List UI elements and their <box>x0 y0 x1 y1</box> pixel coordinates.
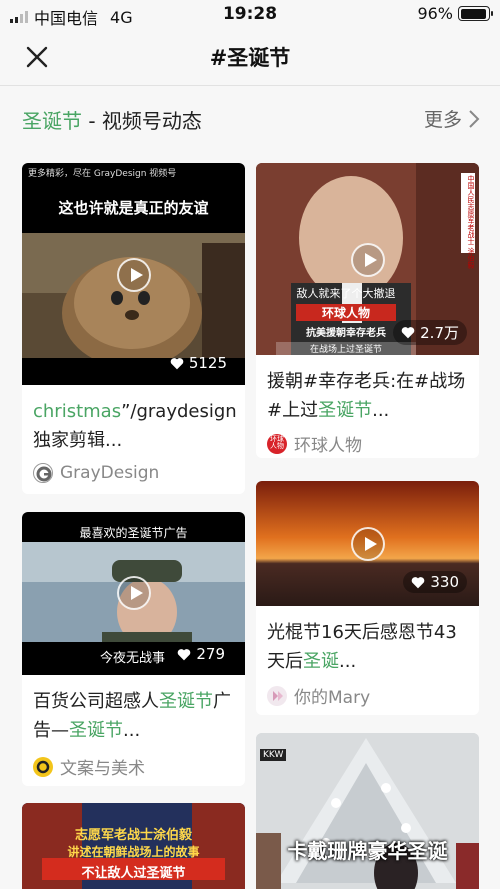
christmas-tree-scene <box>256 733 479 889</box>
watermark-text: 更多精彩，尽在 GrayDesign 视频号 <box>28 169 177 179</box>
play-button[interactable] <box>117 258 151 292</box>
author-avatar: 环球人物 <box>267 433 287 454</box>
video-card[interactable]: 330 光棍节16天后感恩节43天后圣诞... 你的Mary <box>256 481 479 715</box>
heart-icon <box>178 648 191 660</box>
video-card[interactable]: 中国人民志愿军老战士 涂伯毅 敌人就来了个大撤退 环球人物 抗美援朝幸存老兵 在… <box>256 163 479 458</box>
like-count: 330 <box>403 571 467 593</box>
section-title: 圣诞节 - 视频号动态 <box>22 105 202 134</box>
video-thumbnail[interactable]: 330 <box>256 481 479 606</box>
status-bar: 中国电信 4G 19:28 96% <box>0 0 500 28</box>
avatar-badge-text: 环球人物 <box>270 434 284 450</box>
title-hashtag: 圣诞节 <box>159 691 213 712</box>
author-name: GrayDesign <box>60 463 160 483</box>
overlay-brand: 环球人物 <box>296 304 396 321</box>
page-title: #圣诞节 <box>209 46 291 70</box>
overlay-caption: 卡戴珊牌豪华圣诞 <box>287 839 448 863</box>
author[interactable]: 环球人物 环球人物 <box>267 431 362 456</box>
video-thumbnail[interactable]: 志愿军老战士涂伯毅 讲述在朝鲜战场上的故事 不让敌人过圣诞节 <box>22 803 245 889</box>
nav-bar: #圣诞节 <box>0 28 500 86</box>
like-count-value: 5125 <box>188 354 227 372</box>
title-text: ... <box>123 720 141 741</box>
subtitle: 今夜无战事 <box>100 651 166 666</box>
overlay-line: 在战场上过圣诞节 <box>276 342 416 355</box>
author-avatar <box>267 685 287 706</box>
corner-tag: KKW <box>260 749 287 761</box>
corner-tag: 中国人民志愿军老战士 涂伯毅 <box>467 175 475 269</box>
overlay-captions: 志愿军老战士涂伯毅 讲述在朝鲜战场上的故事 不让敌人过圣诞节 <box>22 824 245 881</box>
title-hashtag: 圣诞 <box>303 651 339 672</box>
author[interactable]: 文案与美术 <box>33 754 145 779</box>
author-avatar <box>33 756 53 777</box>
chevron-right-icon <box>469 109 480 128</box>
battery-percent: 96% <box>417 4 453 23</box>
overlay-line: 不让敌人过圣诞节 <box>81 866 186 881</box>
card-title[interactable]: 援朝#幸存老兵:在#战场#上过圣诞节... <box>267 367 471 425</box>
video-card[interactable]: 更多精彩，尽在 GrayDesign 视频号 这也许就是真正的友谊 5125 c… <box>22 163 245 494</box>
like-count-value: 279 <box>196 645 225 663</box>
play-button[interactable] <box>351 243 385 277</box>
author-avatar <box>33 463 53 483</box>
video-thumbnail[interactable]: 中国人民志愿军老战士 涂伯毅 敌人就来了个大撤退 环球人物 抗美援朝幸存老兵 在… <box>256 163 479 355</box>
title-text: 百货公司超感人 <box>33 691 159 712</box>
overlay-line: 讲述在朝鲜战场上的故事 <box>67 845 200 859</box>
play-button[interactable] <box>351 527 385 561</box>
author[interactable]: GrayDesign <box>33 463 159 483</box>
overlay-line: 敌人就来了个大撤退 <box>296 287 396 300</box>
title-text: ... <box>339 651 357 672</box>
overlay-caption: 这也许就是真正的友谊 <box>58 199 209 217</box>
author-name: 文案与美术 <box>60 759 145 779</box>
overlay-captions: 敌人就来了个大撤退 环球人物 抗美援朝幸存老兵 在战场上过圣诞节 <box>276 285 416 355</box>
author-name: 你的Mary <box>294 688 371 708</box>
title-hashtag: christmas <box>33 401 122 422</box>
video-thumbnail[interactable]: 更多精彩，尽在 GrayDesign 视频号 这也许就是真正的友谊 5125 <box>22 163 245 385</box>
card-title[interactable]: 百货公司超感人圣诞节广告—圣诞节... <box>33 687 237 745</box>
author[interactable]: 你的Mary <box>267 683 370 708</box>
like-count: 279 <box>169 643 233 665</box>
like-count-value: 2.7万 <box>420 324 459 342</box>
card-title[interactable]: christmas”/graydesign独家剪辑... <box>33 397 237 455</box>
more-label: 更多 <box>423 109 462 131</box>
heart-icon <box>170 357 184 369</box>
heart-icon <box>412 576 425 588</box>
more-button[interactable]: 更多 <box>424 105 480 132</box>
section-title-tag: 圣诞节 <box>22 109 82 133</box>
video-thumbnail[interactable]: KKW 卡戴珊牌豪华圣诞 <box>256 733 479 889</box>
heart-icon <box>401 327 415 339</box>
video-card[interactable]: 志愿军老战士涂伯毅 讲述在朝鲜战场上的故事 不让敌人过圣诞节 <box>22 803 245 889</box>
status-right: 96% <box>417 4 493 23</box>
play-button[interactable] <box>117 576 151 610</box>
like-count: 2.7万 <box>393 320 467 345</box>
like-count: 5125 <box>162 352 235 374</box>
battery-icon <box>458 6 493 21</box>
title-text: 光棍节16天后感恩节43天后 <box>267 622 457 672</box>
video-card[interactable]: 最喜欢的圣诞节广告 今夜无战事 279 百货公司超感人圣诞节广告—圣诞节... … <box>22 512 245 786</box>
card-title[interactable]: 光棍节16天后感恩节43天后圣诞... <box>267 618 471 676</box>
title-hashtag: 圣诞节 <box>318 400 373 421</box>
video-card[interactable]: KKW 卡戴珊牌豪华圣诞 <box>256 733 479 889</box>
overlay-line: 志愿军老战士涂伯毅 <box>74 828 192 843</box>
like-count-value: 330 <box>430 573 459 591</box>
video-thumbnail[interactable]: 最喜欢的圣诞节广告 今夜无战事 279 <box>22 512 245 675</box>
title-text: ... <box>372 400 390 421</box>
title-hashtag: 圣诞节 <box>69 720 123 741</box>
author-name: 环球人物 <box>294 436 362 456</box>
section-title-rest: - 视频号动态 <box>82 109 202 133</box>
section-header: 圣诞节 - 视频号动态 更多 <box>0 86 500 150</box>
overlay-caption: 最喜欢的圣诞节广告 <box>79 526 188 540</box>
